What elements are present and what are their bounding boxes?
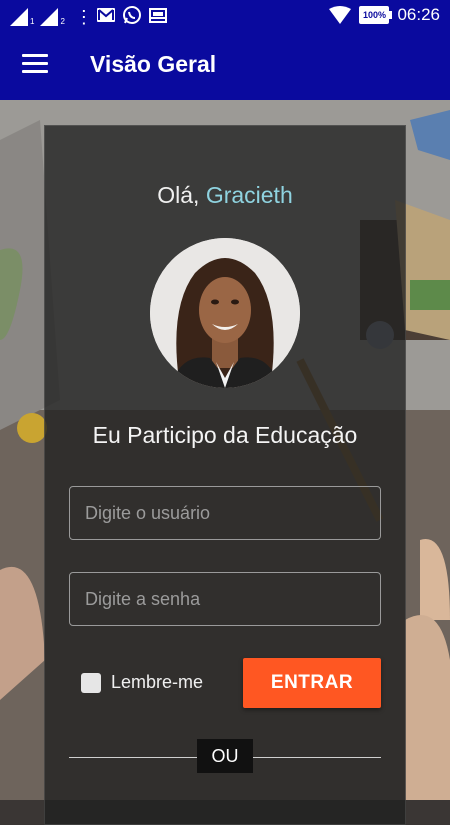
signal-indicators: 1 2 ⋮ — [10, 4, 93, 26]
battery-icon: 100% — [359, 6, 393, 24]
remember-checkbox[interactable] — [81, 672, 101, 693]
sim1-label: 1 — [30, 17, 35, 26]
system-indicators: 100% 06:26 — [329, 4, 440, 26]
remember-me[interactable]: Lembre-me — [81, 672, 203, 693]
whatsapp-icon — [123, 6, 141, 24]
username-input[interactable] — [69, 486, 381, 540]
menu-icon[interactable] — [22, 54, 48, 74]
inbox-icon — [149, 8, 167, 23]
or-label: OU — [197, 739, 253, 773]
login-card: Olá, Gracieth Eu Participo da Educação L… — [44, 125, 406, 825]
gmail-icon — [97, 8, 115, 22]
greeting: Olá, Gracieth — [45, 182, 405, 209]
notification-icons — [96, 5, 168, 25]
remember-label: Lembre-me — [111, 672, 204, 692]
enter-button[interactable]: ENTRAR — [243, 658, 381, 708]
username: Gracieth — [205, 182, 293, 208]
page-title: Visão Geral — [90, 51, 217, 77]
signal-icon — [10, 8, 30, 26]
greeting-prefix: Olá, — [157, 182, 206, 208]
app-bar: Visão Geral — [0, 30, 450, 100]
status-bar: 1 2 ⋮ 100% 06:26 — [0, 0, 450, 30]
sim2-label: 2 — [60, 17, 65, 26]
subtitle: Eu Participo da Educação — [92, 422, 358, 448]
wifi-icon — [329, 6, 352, 24]
password-input[interactable] — [69, 572, 381, 626]
clock: 06:26 — [397, 5, 440, 24]
overflow-icon: ⋮ — [74, 7, 93, 27]
signal-icon — [40, 8, 60, 26]
avatar — [150, 238, 300, 388]
